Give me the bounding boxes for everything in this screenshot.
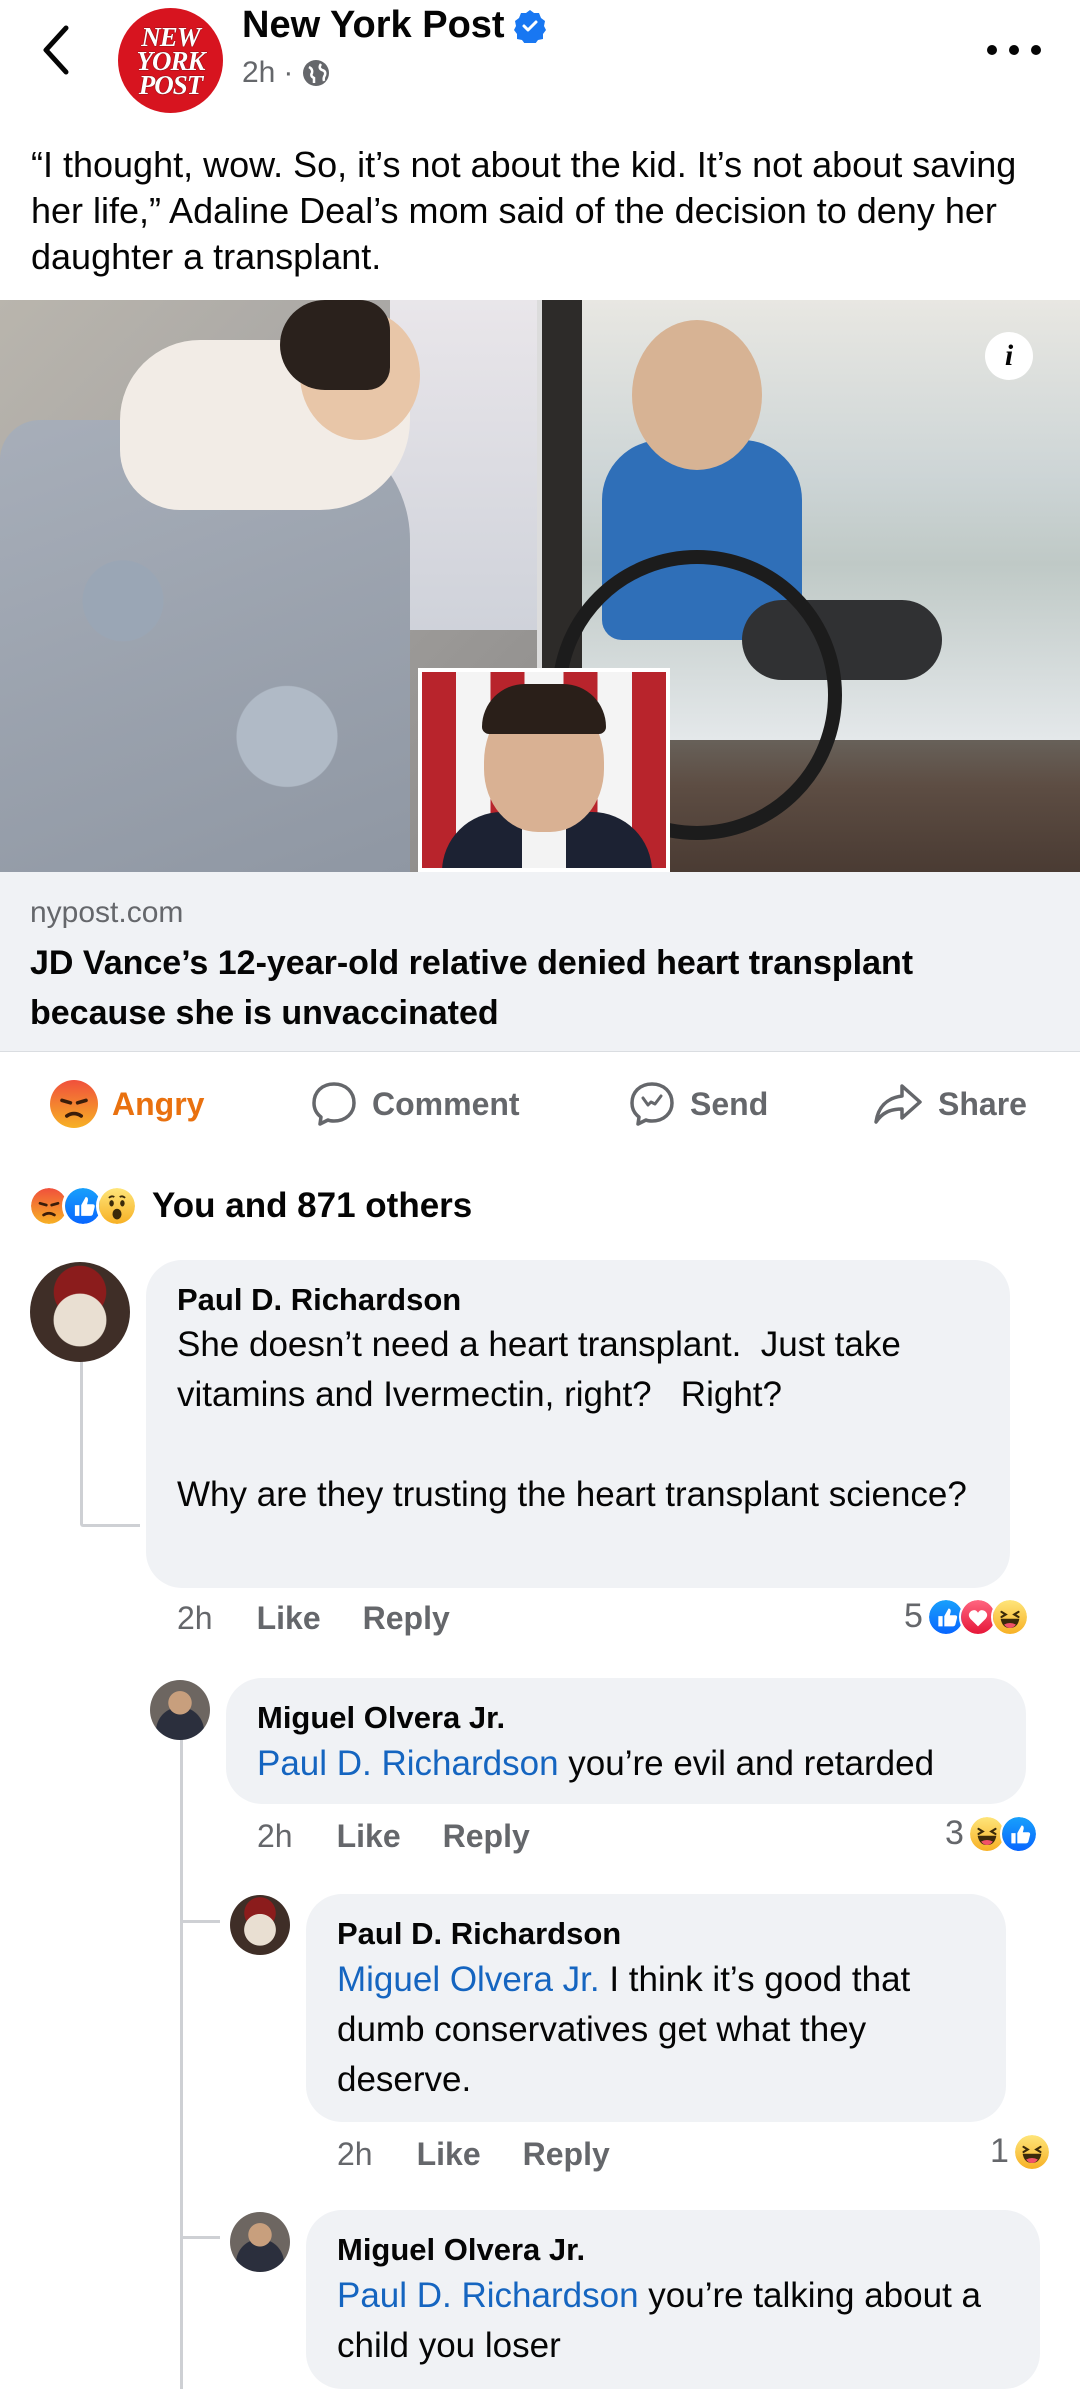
comment-reply-button[interactable]: Reply <box>523 2136 610 2173</box>
comment-footer: 2h Like Reply <box>257 1818 530 1855</box>
thread-line <box>180 1738 183 2389</box>
reaction-count: 5 <box>904 1597 923 1635</box>
link-preview[interactable]: nypost.com JD Vance’s 12-year-old relati… <box>0 872 1080 1052</box>
mention-link[interactable]: Miguel Olvera Jr. <box>337 1960 600 1999</box>
page-avatar[interactable]: NEW YORK POST <box>118 8 223 113</box>
send-button[interactable]: Send <box>628 1080 768 1128</box>
comment-footer: 2h Like Reply <box>337 2136 610 2173</box>
reaction-icons <box>28 1185 138 1227</box>
page-name[interactable]: New York Post <box>242 4 547 47</box>
link-title[interactable]: JD Vance’s 12-year-old relative denied h… <box>30 938 1050 1038</box>
hair <box>280 300 390 390</box>
angry-label: Angry <box>112 1085 205 1122</box>
post-text: “I thought, wow. So, it’s not about the … <box>31 144 1017 277</box>
comment-like-button[interactable]: Like <box>337 1818 401 1855</box>
meta-separator: · <box>283 56 294 89</box>
comment-text: Paul D. Richardson you’re evil and retar… <box>257 1739 1017 1789</box>
haha-reaction-icon <box>990 1597 1029 1636</box>
action-bar: Angry Comment Send Share <box>0 1060 1080 1148</box>
comment-footer: 2h Like Reply <box>177 1600 450 1637</box>
more-dots-icon[interactable] <box>984 38 1044 62</box>
comment-time[interactable]: 2h <box>337 2136 373 2173</box>
thread-line-curve <box>180 1920 220 1923</box>
avatar[interactable] <box>230 1895 290 1955</box>
page-name-label[interactable]: New York Post <box>242 4 505 47</box>
comment-author[interactable]: Paul D. Richardson <box>337 1916 621 1952</box>
like-reaction-icon <box>999 1814 1038 1853</box>
comment-label: Comment <box>372 1085 520 1122</box>
reaction-count: 3 <box>945 1814 964 1852</box>
wow-reaction-icon <box>96 1185 138 1227</box>
reaction-count: 1 <box>990 2132 1009 2170</box>
comment-text: Paul D. Richardson you’re talking about … <box>337 2271 1017 2371</box>
comment-text: She doesn’t need a heart transplant. Jus… <box>177 1325 967 1514</box>
chevron-left-icon[interactable] <box>36 22 80 78</box>
hair <box>482 684 606 734</box>
avatar[interactable] <box>30 1262 130 1362</box>
photo-inset-portrait <box>418 668 670 872</box>
haha-reaction-icon <box>1012 2132 1051 2171</box>
thread-line-curve <box>180 2236 220 2239</box>
angry-reaction-button[interactable]: Angry <box>50 1080 204 1128</box>
globe-icon <box>303 60 330 86</box>
avatar[interactable] <box>150 1680 210 1740</box>
angry-face-icon <box>50 1080 98 1128</box>
post-meta: 2h · <box>242 56 331 90</box>
comment-reactions[interactable]: 3 <box>945 1814 1038 1853</box>
share-button[interactable]: Share <box>872 1080 1027 1128</box>
mention-link[interactable]: Paul D. Richardson <box>337 2276 639 2315</box>
comment-reply-button[interactable]: Reply <box>363 1600 450 1637</box>
reactions-summary[interactable]: You and 871 others <box>28 1180 472 1232</box>
link-domain: nypost.com <box>30 896 184 929</box>
comment-button[interactable]: Comment <box>310 1080 520 1128</box>
post-image[interactable]: i <box>0 300 1080 872</box>
avatar[interactable] <box>230 2212 290 2272</box>
comment-time[interactable]: 2h <box>177 1600 213 1637</box>
comment-reply-button[interactable]: Reply <box>443 1818 530 1855</box>
info-icon[interactable]: i <box>985 332 1033 380</box>
messenger-icon <box>630 1082 674 1126</box>
comment-text: Miguel Olvera Jr. I think it’s good that… <box>337 1955 997 2105</box>
comment-author[interactable]: Miguel Olvera Jr. <box>257 1700 505 1736</box>
share-arrow-icon <box>874 1084 922 1124</box>
verified-badge-icon <box>513 9 546 43</box>
comment-reactions[interactable]: 5 <box>904 1597 1029 1636</box>
send-label: Send <box>690 1085 769 1122</box>
comment-time[interactable]: 2h <box>257 1818 293 1855</box>
page-logo-text: NEW YORK POST <box>136 21 205 100</box>
comment-like-button[interactable]: Like <box>257 1600 321 1637</box>
mention-link[interactable]: Paul D. Richardson <box>257 1744 559 1783</box>
share-label: Share <box>938 1085 1027 1122</box>
reactions-count[interactable]: You and 871 others <box>152 1186 472 1226</box>
comment-bubble-icon <box>312 1082 356 1126</box>
comment-author[interactable]: Paul D. Richardson <box>177 1282 461 1318</box>
comment-body: you’re evil and retarded <box>558 1744 935 1783</box>
post-header: NEW YORK POST New York Post 2h · <box>0 0 1080 135</box>
thread-line-curve <box>80 1524 140 1527</box>
comment-like-button[interactable]: Like <box>417 2136 481 2173</box>
comment-reactions[interactable]: 1 <box>990 2132 1051 2171</box>
girl-face <box>632 320 762 470</box>
post-time[interactable]: 2h <box>242 56 275 90</box>
comment-author[interactable]: Miguel Olvera Jr. <box>337 2232 585 2268</box>
